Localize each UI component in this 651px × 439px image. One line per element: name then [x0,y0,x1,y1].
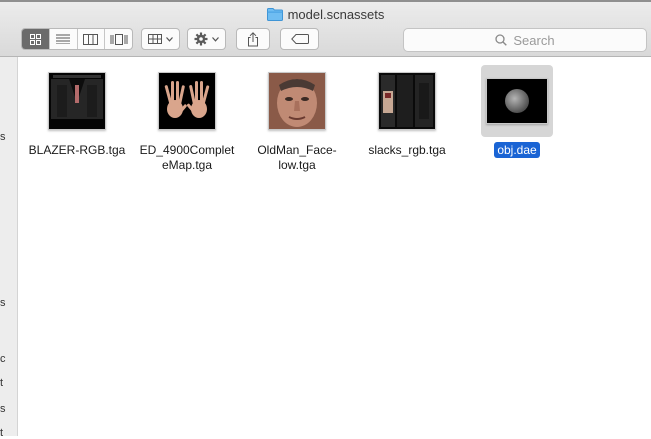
slacks-texture-thumbnail [378,72,436,130]
file-item[interactable]: slacks_rgb.tga [351,65,463,158]
cover-flow-view-button[interactable] [105,29,132,49]
search-icon [495,34,508,46]
column-view-icon [83,33,99,45]
file-name-line: eMap.tga [161,158,213,172]
column-view-button[interactable] [78,29,106,49]
chevron-down-icon [212,36,219,42]
share-button[interactable] [236,28,270,50]
action-button[interactable] [187,28,226,50]
hands-texture-thumbnail [158,72,216,130]
file-name-line: slacks_rgb.tga [368,143,446,157]
blazer-texture-thumbnail [48,72,106,130]
file-thumbnail-frame [41,65,113,137]
file-thumbnail-frame [371,65,443,137]
chevron-down-icon [166,36,173,42]
arrange-grid-icon [148,34,162,44]
window-title-text: model.scnassets [287,7,385,22]
share-icon [248,31,258,46]
tag-icon [290,34,309,44]
file-name-line: ED_4900Complet [139,143,235,157]
view-mode-selector [21,28,133,50]
file-thumbnail-frame [481,65,553,137]
file-item[interactable]: BLAZER-RGB.tga [21,65,133,158]
icon-view-icon [29,33,41,45]
edit-tags-button[interactable] [280,28,319,50]
collada-scene-image [487,79,547,123]
search-field[interactable]: Search [403,28,647,52]
cover-flow-view-icon [110,33,128,45]
file-name-line: obj.dae [494,142,540,158]
sidebar: s s c t s t [0,57,18,439]
sidebar-item-fragment[interactable]: s [0,131,6,143]
file-thumbnail-frame [261,65,333,137]
search-placeholder: Search [513,32,555,48]
slacks-texture-image [379,73,435,129]
face-texture-thumbnail [268,72,326,130]
file-name: obj.dae [461,142,573,158]
folder-icon [266,8,283,21]
gear-icon [194,32,208,46]
hands-texture-image [159,73,215,129]
sidebar-item-fragment[interactable]: s [0,297,6,309]
file-name-line: BLAZER-RGB.tga [28,143,126,157]
list-view-icon [56,34,71,44]
arrange-button[interactable] [141,28,180,50]
sidebar-item-fragment[interactable]: s [0,403,6,415]
face-texture-image [269,73,325,129]
file-item-selected[interactable]: obj.dae [461,65,573,158]
finder-toolbar: model.scnassets Search [0,2,651,57]
file-name: BLAZER-RGB.tga [21,143,133,158]
file-name: OldMan_Face- low.tga [241,143,353,173]
file-name-line: low.tga [278,158,316,172]
file-name: slacks_rgb.tga [351,143,463,158]
file-thumbnail-frame [151,65,223,137]
collada-scene-thumbnail [486,78,548,124]
window-title: model.scnassets [0,7,651,23]
sidebar-item-fragment[interactable]: t [0,427,3,439]
file-name-line: OldMan_Face- [257,143,337,157]
blazer-texture-image [49,73,105,129]
file-name: ED_4900Complet eMap.tga [131,143,243,173]
file-item[interactable]: ED_4900Complet eMap.tga [131,65,243,173]
icon-view-button[interactable] [22,29,50,49]
list-view-button[interactable] [50,29,78,49]
sidebar-item-fragment[interactable]: t [0,377,3,389]
file-item[interactable]: OldMan_Face- low.tga [241,65,353,173]
sidebar-item-fragment[interactable]: c [0,353,6,365]
